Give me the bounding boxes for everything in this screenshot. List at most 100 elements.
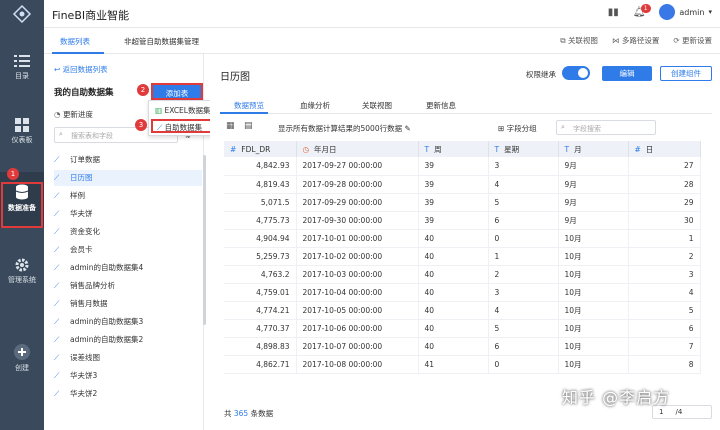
multipath-settings-link[interactable]: ⋈ 多路径设置 <box>612 35 659 46</box>
gear-icon <box>15 258 29 272</box>
tab-update-info[interactable]: 更新信息 <box>426 100 456 111</box>
field-search-input[interactable]: ⌕ 字段搜索 <box>556 120 656 135</box>
group-icon: ⊞ <box>498 124 507 133</box>
table-cell: 6 <box>488 337 559 356</box>
table-cell: 10月 <box>558 355 629 374</box>
table-cell: 2 <box>488 265 559 284</box>
related-view-label: 关联视图 <box>567 36 598 45</box>
permission-toggle[interactable] <box>562 66 590 80</box>
tab-lineage[interactable]: 血缘分析 <box>300 100 330 111</box>
path-icon: ⋈ <box>611 36 622 45</box>
table-cell: 4 <box>488 175 559 194</box>
table-body: 4,842.93 2017-09-27 00:00:00 39 3 9月 27 4,819.… <box>224 157 701 374</box>
list-item-label: 会员卡 <box>70 245 93 254</box>
field-group-button[interactable]: ⊞ 字段分组 <box>498 123 537 134</box>
total-pages: /4 <box>675 408 683 416</box>
table-cell: 4,759.01 <box>224 283 297 302</box>
layout-icon[interactable]: ▤ <box>244 121 253 131</box>
related-view-link[interactable]: ⧉ 关联视图 <box>560 35 598 46</box>
table-cell: 6 <box>628 319 701 338</box>
table-cell: 3 <box>488 283 559 302</box>
panel-scrollbar[interactable] <box>203 155 206 325</box>
preview-info: 显示所有数据计算结果的5000行数据 ✎ <box>278 123 411 134</box>
table-row: 5,259.73 2017-10-02 00:00:00 40 1 10月 2 <box>224 247 701 266</box>
list-item-label: 订单数据 <box>70 155 100 164</box>
app-window: FineBI商业智能 ▮▮ 🔔︎ 1 admin ▾ 目录 仪表板 数据准备 管理… <box>0 0 720 430</box>
grid-view-icon[interactable]: ▦ <box>226 121 235 131</box>
update-progress-button[interactable]: ◔ 更新进度 <box>54 109 93 120</box>
table-cell: 2017-09-29 00:00:00 <box>296 193 419 212</box>
update-settings-label: 更新设置 <box>682 36 712 45</box>
create-component-button[interactable]: 创建组件 <box>660 66 712 81</box>
update-settings-link[interactable]: ⟳ 更新设置 <box>673 35 712 46</box>
table-cell: 10月 <box>558 283 629 302</box>
permission-label: 权限继承 <box>526 70 556 79</box>
list-item[interactable]: ⟋ admin的自助数据集3 <box>54 314 202 330</box>
table-cell: 39 <box>418 175 489 194</box>
table-cell: 4,774.21 <box>224 301 297 320</box>
list-item[interactable]: ⟋ 样例 <box>54 188 202 204</box>
tab-data-preview[interactable]: 数据预览 <box>234 100 264 111</box>
tab-data-list[interactable]: 数据列表 <box>60 36 90 47</box>
table-row: 4,898.83 2017-10-07 00:00:00 40 6 10月 7 <box>224 337 701 356</box>
self-service-icon: ⟋ <box>157 123 165 132</box>
nav-item-create[interactable]: 创建 <box>0 344 44 373</box>
current-page: 1 <box>659 408 664 416</box>
nav-item-admin[interactable]: 管理系统 <box>0 258 44 285</box>
search-icon: ⌕ <box>561 123 565 131</box>
nav-item-catalog[interactable]: 目录 <box>0 54 44 81</box>
column-header[interactable]: # FDL_DR <box>224 141 297 157</box>
table-cell: 40 <box>418 265 489 284</box>
list-item[interactable]: ⟋ 销售月数据 <box>54 296 202 312</box>
dataset-icon: ⟋ <box>54 191 60 200</box>
list-item[interactable]: ⟋ 资金变化 <box>54 224 202 240</box>
list-item[interactable]: ⟋ admin的自助数据集4 <box>54 260 202 276</box>
list-item[interactable]: ⟋ 华夫饼 <box>54 206 202 222</box>
notification-icon[interactable]: 🔔︎ 1 <box>633 3 651 18</box>
table-cell: 8 <box>628 355 701 374</box>
row-count: 365 <box>233 409 249 418</box>
search-icon: ⌕ <box>59 130 63 138</box>
list-item[interactable]: ⟋ 销售品牌分析 <box>54 278 202 294</box>
back-to-list-link[interactable]: ↩ 返回数据列表 <box>54 64 108 75</box>
tab-non-admin-datasets[interactable]: 非超管自助数据集管理 <box>124 36 199 47</box>
list-item[interactable]: ⟋ admin的自助数据集2 <box>54 332 202 348</box>
list-item[interactable]: ⟋ 订单数据 <box>54 152 202 168</box>
edit-icon[interactable]: ✎ <box>404 124 410 133</box>
list-item[interactable]: ⟋ 日历图 <box>54 170 202 186</box>
table-cell: 5,259.73 <box>224 247 297 266</box>
book-icon[interactable]: ▮▮ <box>608 7 619 18</box>
logo[interactable] <box>0 0 44 28</box>
highlight-box-data-prep <box>1 182 43 228</box>
table-cell: 40 <box>418 229 489 248</box>
table-cell: 4,904.94 <box>224 229 297 248</box>
list-item[interactable]: ⟋ 误差线图 <box>54 350 202 366</box>
list-item[interactable]: ⟋ 华夫饼2 <box>54 386 202 402</box>
list-item[interactable]: ⟋ 会员卡 <box>54 242 202 258</box>
column-header[interactable]: T周 <box>418 141 489 157</box>
menu-item-self-service-dataset[interactable]: ⟋ 自助数据集 <box>151 119 217 133</box>
table-cell: 6 <box>488 211 559 230</box>
preview-toolbar: ▦ ▤ 显示所有数据计算结果的5000行数据 ✎ ⊞ 字段分组 ⌕ 字段搜索 <box>220 120 712 136</box>
table-row: 4,842.93 2017-09-27 00:00:00 39 3 9月 27 <box>224 157 701 176</box>
column-header[interactable]: ◷ 年月日 <box>296 141 419 157</box>
add-table-button[interactable]: 添加表 <box>151 83 203 100</box>
menu-item-excel-dataset[interactable]: ▥ EXCEL数据集 <box>155 105 210 116</box>
tab-relation-view[interactable]: 关联视图 <box>362 100 392 111</box>
edit-button[interactable]: 编辑 <box>602 66 652 81</box>
column-header-label: 日 <box>645 144 654 154</box>
dataset-icon: ⟋ <box>54 299 60 308</box>
column-header[interactable]: T月 <box>558 141 629 157</box>
table-cell: 39 <box>418 157 489 176</box>
column-header[interactable]: T 星期 <box>488 141 559 157</box>
nav-item-dashboard[interactable]: 仪表板 <box>0 118 44 145</box>
list-item[interactable]: ⟋ 华夫饼3 <box>54 368 202 384</box>
table-cell: 7 <box>628 337 701 356</box>
table-cell: 5 <box>628 301 701 320</box>
table-cell: 2017-10-06 00:00:00 <box>296 319 419 338</box>
top-bar: FineBI商业智能 ▮▮ 🔔︎ 1 admin ▾ <box>0 0 720 28</box>
table-cell: 40 <box>418 319 489 338</box>
column-header[interactable]: # 日 <box>628 141 701 157</box>
table-cell: 40 <box>418 337 489 356</box>
user-menu[interactable]: admin ▾ <box>659 4 712 20</box>
